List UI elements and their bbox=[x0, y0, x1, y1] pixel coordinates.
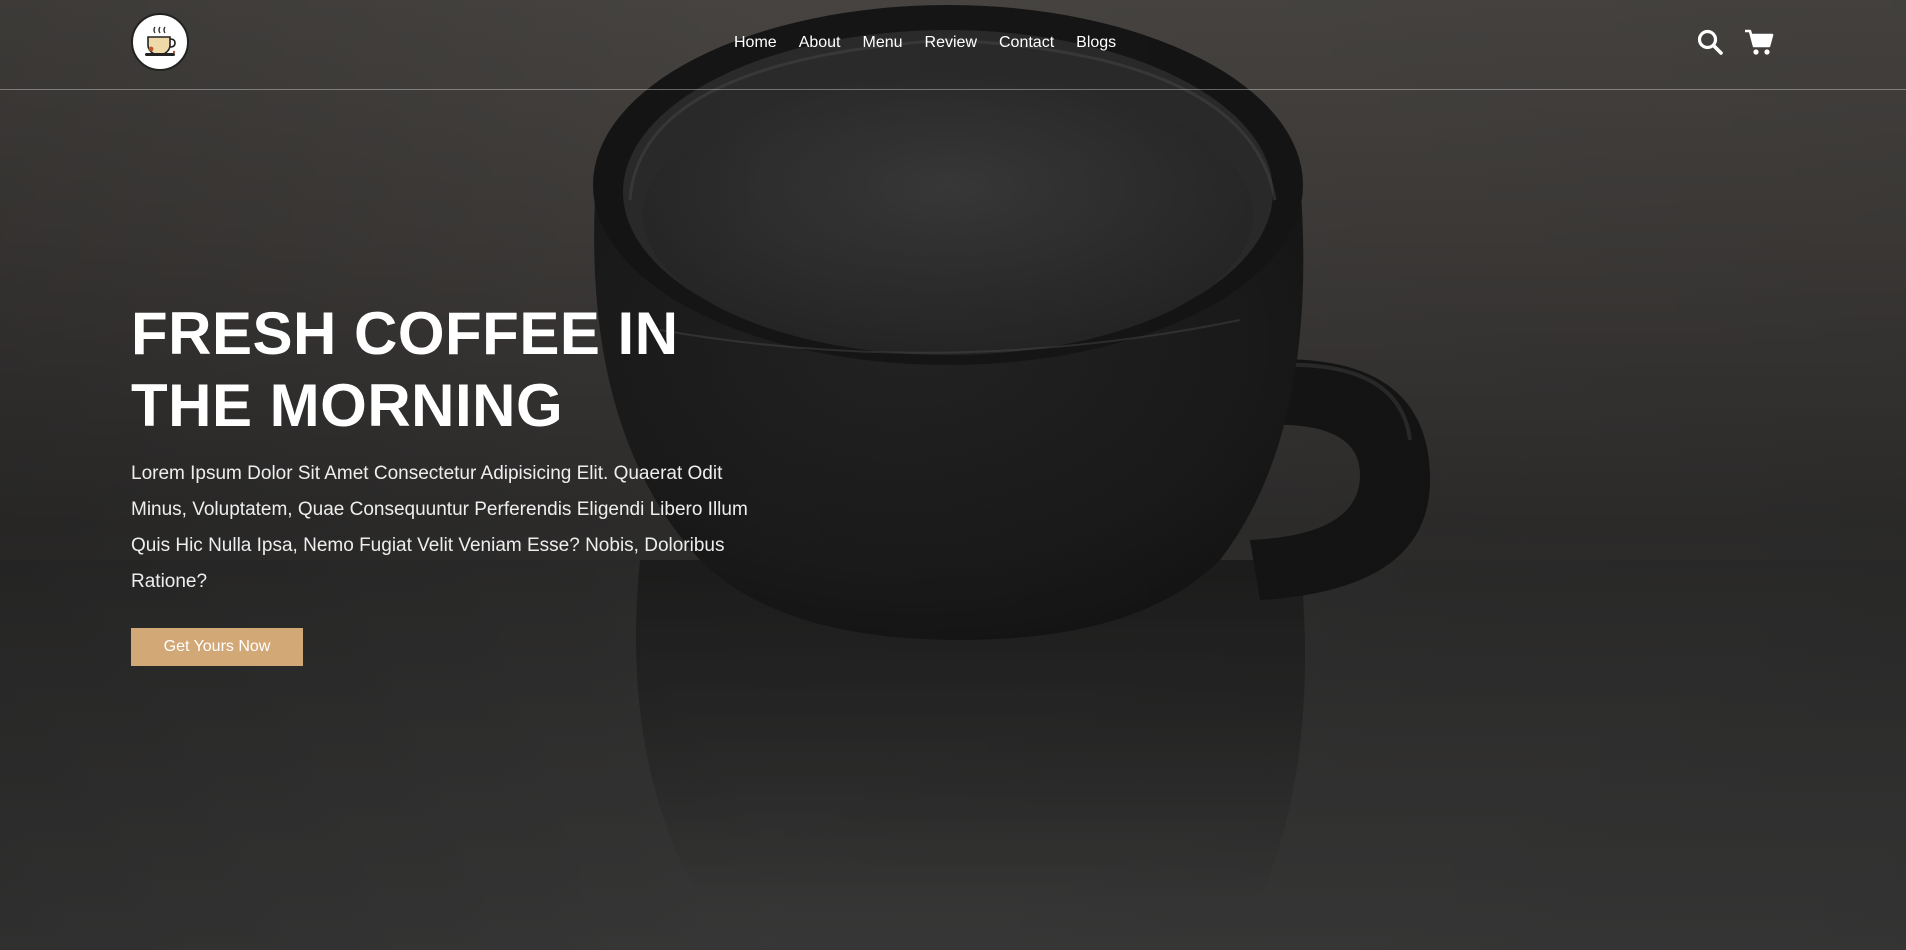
get-yours-now-button[interactable]: Get Yours Now bbox=[131, 628, 303, 666]
hero-title: FRESH COFFEE IN THE MORNING bbox=[131, 298, 691, 442]
hero-title-line-2: THE MORNING bbox=[131, 372, 564, 439]
nav-item-blogs[interactable]: Blogs bbox=[1076, 32, 1116, 54]
nav-item-about[interactable]: About bbox=[799, 32, 841, 54]
hero-description: Lorem Ipsum Dolor Sit Amet Consectetur A… bbox=[131, 463, 748, 592]
nav-item-review[interactable]: Review bbox=[925, 32, 977, 54]
coffee-cup-logo[interactable] bbox=[131, 13, 189, 71]
nav-item-menu[interactable]: Menu bbox=[863, 32, 903, 54]
cart-icon[interactable] bbox=[1744, 28, 1774, 56]
search-icon[interactable] bbox=[1696, 28, 1724, 56]
coffee-cup-icon bbox=[145, 26, 176, 56]
hero-title-line-1: FRESH COFFEE IN bbox=[131, 300, 679, 367]
site-header: Home About Menu Review Contact Blogs bbox=[0, 0, 1906, 90]
nav-item-home[interactable]: Home bbox=[734, 32, 777, 54]
header-actions bbox=[1696, 28, 1774, 56]
nav-item-contact[interactable]: Contact bbox=[999, 32, 1054, 54]
hero-section: FRESH COFFEE IN THE MORNING Lorem Ipsum … bbox=[131, 298, 771, 666]
main-nav: Home About Menu Review Contact Blogs bbox=[734, 32, 1138, 54]
